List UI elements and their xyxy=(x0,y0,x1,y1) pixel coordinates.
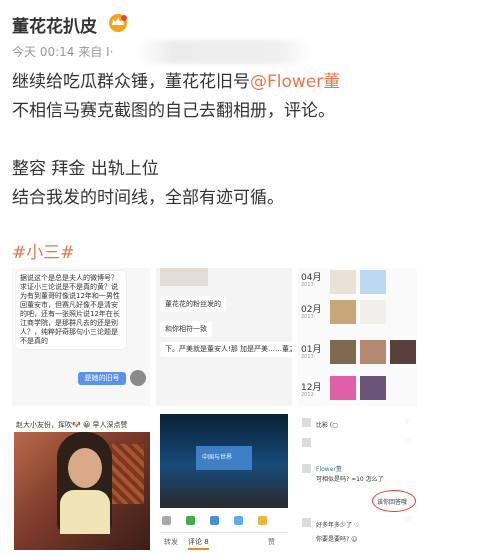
blurred-source xyxy=(137,40,312,64)
username[interactable]: 董花花扒皮 xyxy=(12,12,97,37)
avatar xyxy=(302,418,311,427)
chat-bubble: 据说这个是总是夫人的微博号？求证小三论说是不是真的黄？说为有到董哥时像说12年和… xyxy=(16,271,126,349)
chat-chip: 下。严美就是董安人!那 加是严美……董之的 xyxy=(160,342,292,357)
album-photo xyxy=(360,300,386,324)
text-line-1: 继续给吃瓜群众锤，董花花旧号@Flower董 xyxy=(12,72,341,92)
post-meta: 今天 00:14 来自 I· xyxy=(12,43,113,60)
like-icon[interactable]: ♡ xyxy=(405,516,411,524)
qzone-icon[interactable] xyxy=(258,516,267,525)
album-year: 2013 xyxy=(301,282,314,288)
image-chat-screenshot[interactable]: 据说这个是总是夫人的微博号？求证小三论说是不是真的黄？说为有到董哥时像说12年和… xyxy=(12,268,150,406)
post-text: 继续给吃瓜群众锤，董花花旧号@Flower董 不相信马赛克截图的自己去翻相册，评… xyxy=(12,68,492,213)
comment-text: 可相似是吗? ≈10 怎么了 xyxy=(316,476,384,483)
background-decoration xyxy=(112,444,144,504)
post-source: 来自 I· xyxy=(78,45,114,59)
post-time[interactable]: 今天 00:14 xyxy=(12,45,74,59)
image-portrait-photo[interactable]: 赵大小友份，挥吹🐶 😀 早人深点赞 xyxy=(12,412,150,550)
album-photo xyxy=(330,376,356,400)
album-year: 2013 xyxy=(301,354,314,360)
avatar xyxy=(302,464,311,473)
tab-bar: 转发 评论 8 赞 xyxy=(160,532,288,550)
like-icon[interactable]: ♡ xyxy=(405,438,411,446)
photo-caption: 赵大小友份，挥吹🐶 😀 早人深点赞 xyxy=(16,421,128,429)
mention-link[interactable]: @Flower董 xyxy=(250,72,340,92)
text-line-4: 结合我发的时间线，全部有迹可循。 xyxy=(12,188,284,208)
qq-icon[interactable] xyxy=(234,516,243,525)
album-year: 2013 xyxy=(301,314,314,320)
tab-likes[interactable]: 赞 xyxy=(268,537,275,547)
comment-text: 你要是要吗? ☺ xyxy=(316,536,358,543)
post-header: 董花花扒皮 今天 00:14 来自 I· xyxy=(12,10,492,64)
hashtag-link[interactable]: #小三# xyxy=(12,238,75,263)
chat-reply: 是她的旧号 xyxy=(78,372,126,385)
text-line-3: 整容 拜金 出轨上位 xyxy=(12,159,159,179)
comment-text: 比影 (▢ xyxy=(316,422,338,429)
avatar xyxy=(302,518,311,527)
image-chat-screenshot-2[interactable]: 董花花的粉丝发的 和你相符一致 下。严美就是董安人!那 加是严美……董之的 xyxy=(156,268,292,406)
wechat-icon[interactable] xyxy=(186,516,195,525)
album-year: 2012 xyxy=(301,392,314,398)
photo-thumb xyxy=(160,268,208,286)
image-comments-screenshot[interactable]: 比影 (▢ ♡ ♡ Flower董 可相似是吗? ≈10 怎么了 该你回答哦 好… xyxy=(298,412,417,550)
action-icons xyxy=(160,516,288,528)
album-photo xyxy=(330,300,356,324)
album-photo xyxy=(330,340,356,364)
image-conference-screenshot[interactable]: 中国与世界 转发 评论 8 赞 xyxy=(156,412,292,550)
comment-text: 好多年多少了 ♡ xyxy=(316,522,360,529)
stage-screen-text: 中国与世界 xyxy=(202,454,233,461)
album-photo xyxy=(360,270,386,294)
person-face xyxy=(68,448,102,488)
album-photo xyxy=(360,340,386,364)
chat-chip: 董花花的粉丝发的 xyxy=(160,296,226,312)
tab-comments[interactable]: 评论 8 xyxy=(188,537,209,550)
commenter-name[interactable]: Flower董 xyxy=(316,464,342,473)
image-grid: 据说这个是总是夫人的微博号？求证小三论说是不是真的黄？说为有到董哥时像说12年和… xyxy=(12,268,417,550)
like-icon[interactable]: ♡ xyxy=(405,418,411,426)
chat-chip: 和你相符一致 xyxy=(160,321,212,337)
moments-icon[interactable] xyxy=(210,516,219,525)
tab-repost[interactable]: 转发 xyxy=(164,537,178,547)
avatar xyxy=(302,438,311,447)
album-photo xyxy=(390,340,416,364)
share-icon[interactable] xyxy=(162,516,171,525)
image-album-screenshot[interactable]: 04月 2013 02月 2013 01月 2013 12月 2012 xyxy=(298,268,417,406)
highlighted-text: 该你回答哦 xyxy=(377,499,408,506)
crown-icon xyxy=(109,14,127,32)
avatar xyxy=(130,370,146,386)
person-dress xyxy=(60,490,110,534)
text-line-2: 不相信马赛克截图的自己去翻相册，评论。 xyxy=(12,101,335,121)
album-photo xyxy=(360,376,386,400)
album-photo xyxy=(330,270,356,294)
